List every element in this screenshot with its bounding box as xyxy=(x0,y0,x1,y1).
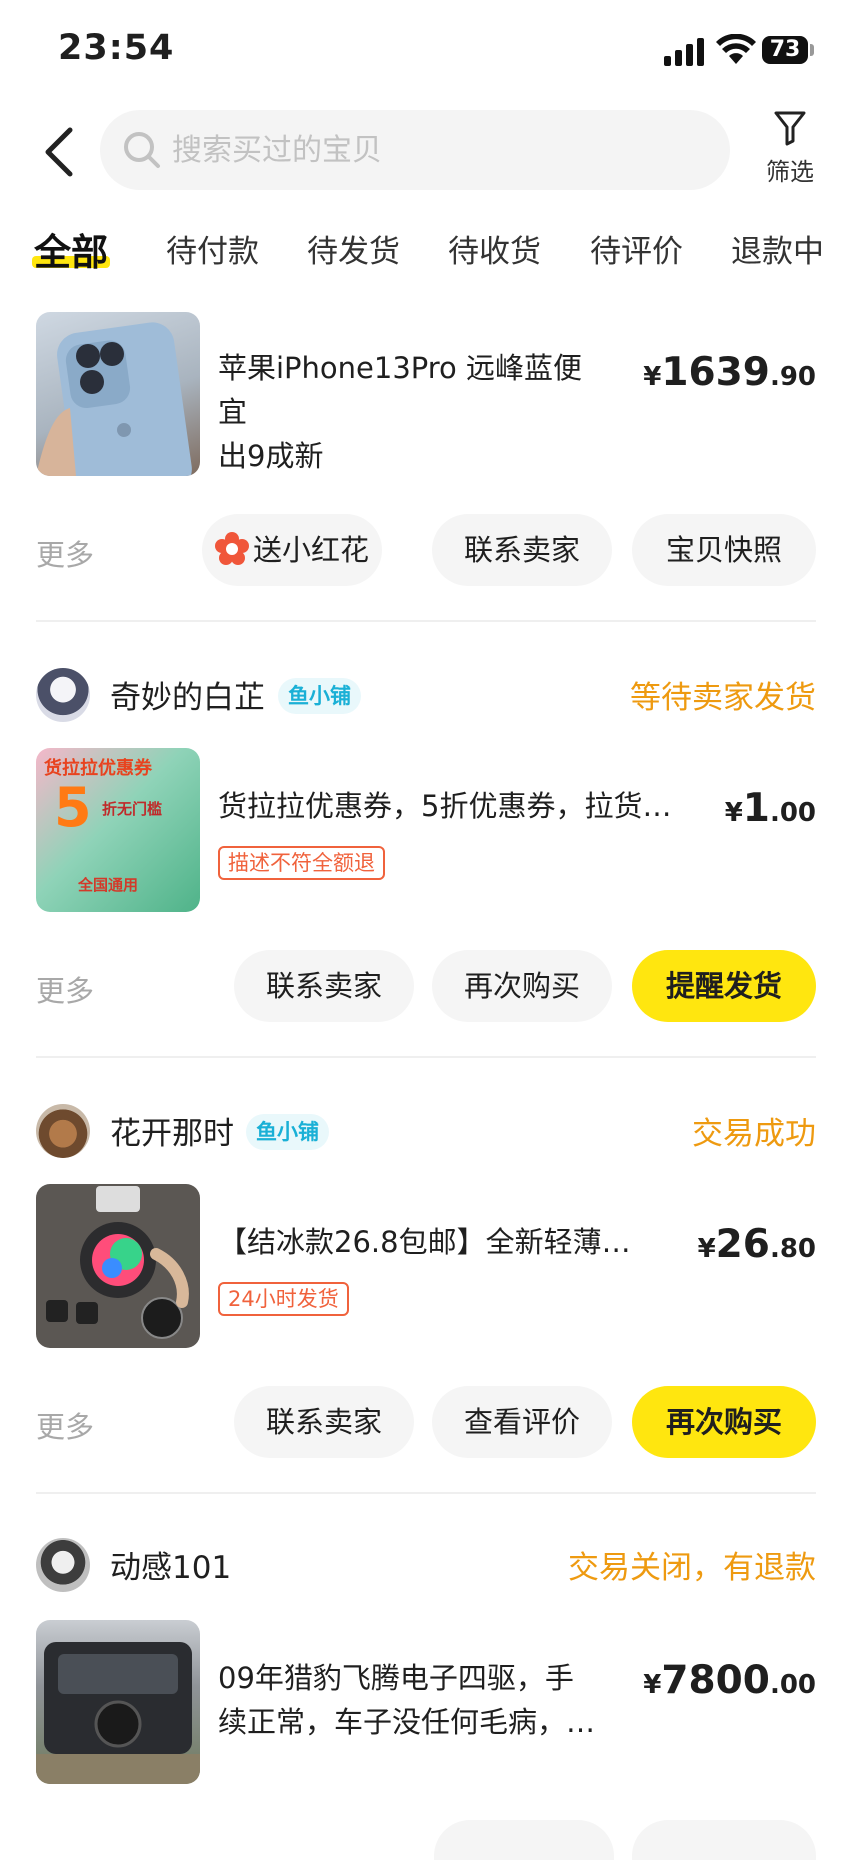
product-image[interactable] xyxy=(36,1184,200,1348)
product-price: ¥1639.90 xyxy=(643,350,816,395)
contact-seller-button[interactable]: 联系卖家 xyxy=(432,514,612,586)
order-status: 交易关闭，有退款 xyxy=(568,1550,816,1586)
product-title[interactable]: 货拉拉优惠券，5折优惠券，拉货… xyxy=(218,784,671,828)
search-icon xyxy=(124,132,160,168)
status-bar: 23:54 73 xyxy=(0,0,850,100)
shop-name[interactable]: 动感101 xyxy=(110,1542,231,1587)
tab-pending-review[interactable]: 待评价 xyxy=(590,226,683,271)
back-arrow-icon[interactable] xyxy=(40,126,80,178)
shop-name[interactable]: 奇妙的白芷 xyxy=(110,672,265,717)
product-price: ¥26.80 xyxy=(697,1222,816,1267)
order-status: 等待卖家发货 xyxy=(630,680,816,716)
more-button[interactable]: 更多 xyxy=(36,968,94,1010)
action-button-partial[interactable] xyxy=(632,1820,816,1860)
divider xyxy=(36,1492,816,1494)
product-price: ¥1.00 xyxy=(724,786,816,831)
guarantee-tag: 描述不符全额退 xyxy=(218,846,385,880)
shop-row[interactable]: 奇妙的白芷 鱼小铺 等待卖家发货 xyxy=(36,664,816,724)
tab-pending-shipment[interactable]: 待发货 xyxy=(307,226,400,271)
shop-row[interactable]: 花开那时 鱼小铺 交易成功 xyxy=(36,1100,816,1160)
remind-shipment-button[interactable]: 提醒发货 xyxy=(632,950,816,1022)
divider xyxy=(36,620,816,622)
divider xyxy=(36,1056,816,1058)
order-tabs: 全部 待付款 待发货 待收货 待评价 退款中 xyxy=(0,220,850,280)
more-button[interactable]: 更多 xyxy=(36,1404,94,1446)
red-flower-icon xyxy=(214,532,249,565)
filter-icon xyxy=(774,111,806,146)
order-item[interactable]: 货拉拉优惠券 5 折无门槛 全国通用 货拉拉优惠券，5折优惠券，拉货… 描述不符… xyxy=(36,748,816,912)
order-item[interactable]: 09年猎豹飞腾电子四驱，手 续正常，车子没任何毛病，… ¥7800.00 xyxy=(36,1620,816,1784)
product-price: ¥7800.00 xyxy=(643,1658,816,1703)
tab-pending-receipt[interactable]: 待收货 xyxy=(448,226,541,271)
shop-tag-badge: 鱼小铺 xyxy=(278,678,361,714)
battery-cap xyxy=(810,44,814,56)
action-button-partial[interactable] xyxy=(434,1820,614,1860)
cellular-signal-icon xyxy=(664,38,706,66)
order-item[interactable]: 【结冰款26.8包邮】全新轻薄… 24小时发货 ¥26.80 xyxy=(36,1184,816,1348)
tab-all[interactable]: 全部 xyxy=(34,222,108,276)
status-time: 23:54 xyxy=(58,28,175,68)
shop-row[interactable]: 动感101 交易关闭，有退款 xyxy=(36,1534,816,1594)
view-review-button[interactable]: 查看评价 xyxy=(432,1386,612,1458)
search-bar[interactable] xyxy=(100,110,730,190)
buy-again-button[interactable]: 再次购买 xyxy=(432,950,612,1022)
wifi-icon xyxy=(716,34,756,64)
order-actions: 更多 联系卖家 再次购买 提醒发货 xyxy=(36,950,816,1022)
order-status: 交易成功 xyxy=(692,1116,816,1152)
send-flower-button[interactable]: 送小红花 xyxy=(202,514,382,586)
contact-seller-button[interactable]: 联系卖家 xyxy=(234,950,414,1022)
shop-tag-badge: 鱼小铺 xyxy=(246,1114,329,1150)
order-actions: 更多 联系卖家 查看评价 再次购买 xyxy=(36,1386,816,1458)
avatar[interactable] xyxy=(36,668,90,722)
shipping-tag: 24小时发货 xyxy=(218,1282,349,1316)
buy-again-button[interactable]: 再次购买 xyxy=(632,1386,816,1458)
more-button[interactable]: 更多 xyxy=(36,532,94,574)
filter-button[interactable]: 筛选 xyxy=(760,110,820,194)
product-title[interactable]: 苹果iPhone13Pro 远峰蓝便宜 出9成新 xyxy=(218,346,598,478)
product-image[interactable] xyxy=(36,1620,200,1784)
order-item[interactable]: 苹果iPhone13Pro 远峰蓝便宜 出9成新 ¥1639.90 xyxy=(36,312,816,476)
product-image[interactable]: 货拉拉优惠券 5 折无门槛 全国通用 xyxy=(36,748,200,912)
order-actions: 更多 送小红花 联系卖家 宝贝快照 xyxy=(36,514,816,586)
search-input[interactable] xyxy=(172,110,702,190)
contact-seller-button[interactable]: 联系卖家 xyxy=(234,1386,414,1458)
product-title[interactable]: 09年猎豹飞腾电子四驱，手 续正常，车子没任何毛病，… xyxy=(218,1656,638,1744)
avatar[interactable] xyxy=(36,1104,90,1158)
tab-pending-payment[interactable]: 待付款 xyxy=(166,226,259,271)
tab-refunding[interactable]: 退款中 xyxy=(731,226,824,271)
shop-name[interactable]: 花开那时 xyxy=(110,1108,234,1153)
avatar[interactable] xyxy=(36,1538,90,1592)
item-snapshot-button[interactable]: 宝贝快照 xyxy=(632,514,816,586)
battery-icon: 73 xyxy=(762,36,808,64)
filter-label: 筛选 xyxy=(766,158,814,186)
product-title[interactable]: 【结冰款26.8包邮】全新轻薄… xyxy=(218,1220,648,1264)
product-image[interactable] xyxy=(36,312,200,476)
